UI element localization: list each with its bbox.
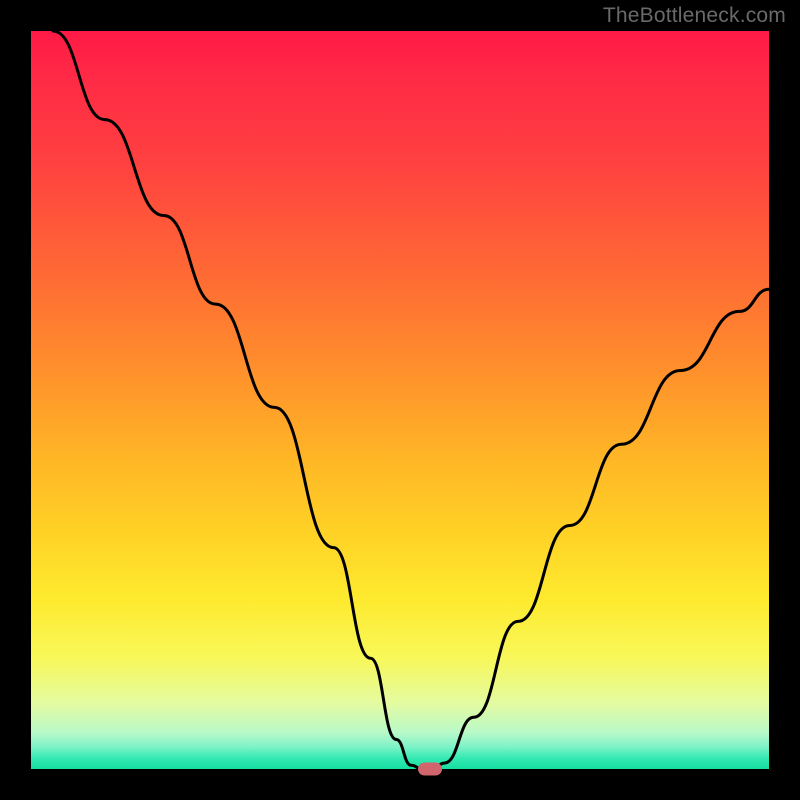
chart-frame: TheBottleneck.com <box>0 0 800 800</box>
watermark-text: TheBottleneck.com <box>603 4 786 28</box>
plot-area <box>31 31 769 769</box>
bottleneck-curve-path <box>53 31 769 769</box>
curve-layer <box>31 31 769 769</box>
optimal-point-marker <box>418 763 442 776</box>
